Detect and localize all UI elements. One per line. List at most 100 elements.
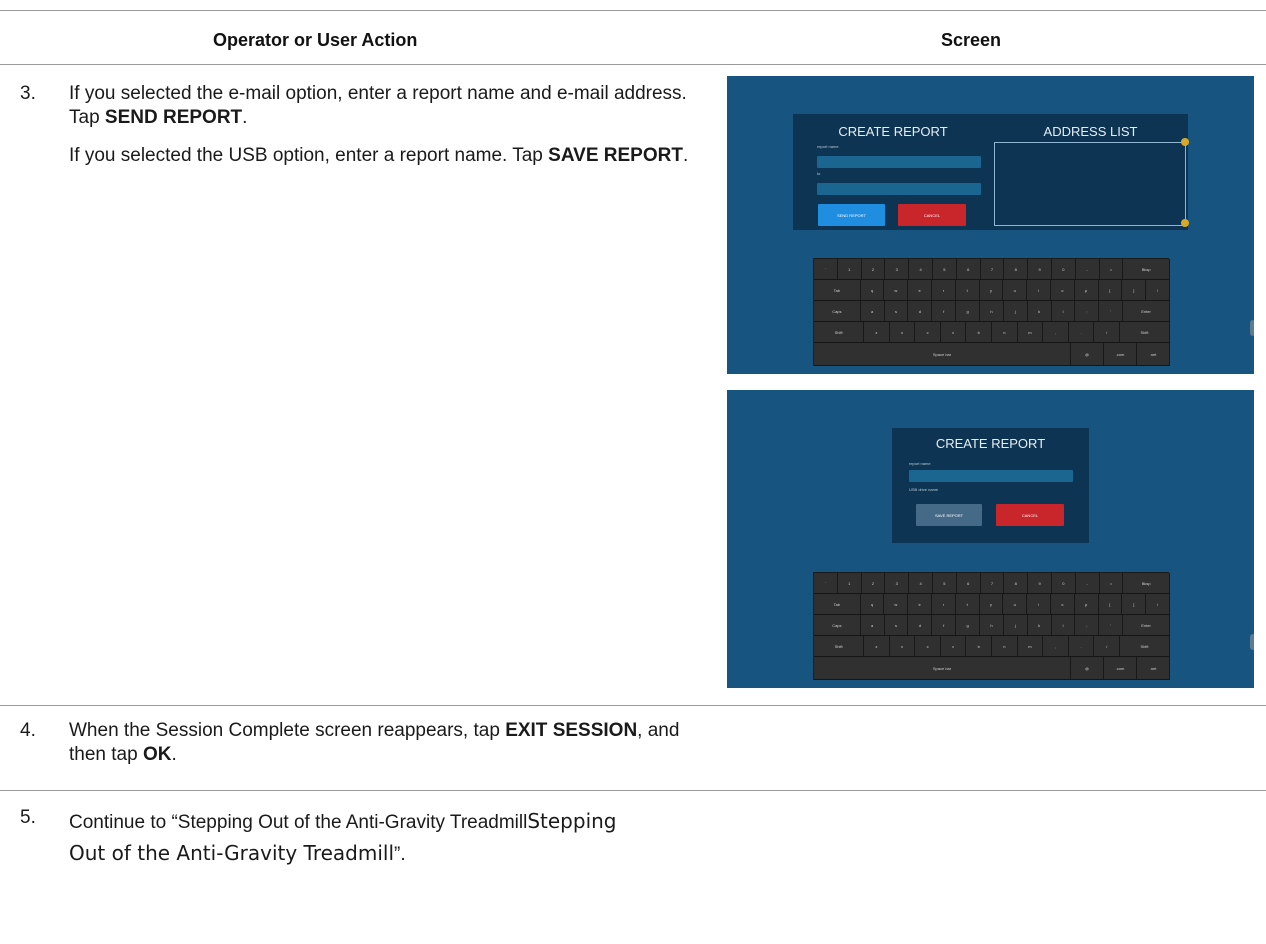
keyboard-key[interactable]: 9 [1028, 573, 1052, 593]
keyboard-key[interactable]: c [915, 636, 941, 656]
keyboard-key[interactable]: , [1043, 322, 1069, 342]
keyboard-key[interactable]: o [1050, 280, 1075, 300]
keyboard-key[interactable]: ] [1122, 280, 1147, 300]
keyboard-key[interactable]: r [931, 280, 956, 300]
keyboard-key[interactable]: 8 [1004, 573, 1029, 593]
keyboard-key[interactable]: [ [1098, 280, 1123, 300]
keyboard-key[interactable]: @ [1071, 657, 1104, 679]
keyboard-key[interactable]: b [966, 636, 993, 656]
keyboard-key[interactable]: \ [1146, 280, 1170, 300]
keyboard-key[interactable]: y [979, 594, 1004, 614]
keyboard-key[interactable]: - [1075, 259, 1100, 279]
email-address-input[interactable] [817, 183, 981, 195]
send-report-button[interactable]: SEND REPORT [818, 204, 885, 226]
keyboard-key[interactable]: i [1027, 594, 1051, 614]
keyboard-key[interactable]: s [884, 615, 909, 635]
keyboard-key[interactable]: h [980, 615, 1004, 635]
keyboard-key[interactable]: Shift [1119, 636, 1171, 656]
keyboard-key[interactable]: b [966, 322, 993, 342]
keyboard-key[interactable]: ` [814, 573, 838, 593]
side-drag-handle[interactable] [1250, 634, 1254, 650]
scroll-bottom-handle-icon[interactable] [1181, 219, 1189, 227]
keyboard-key[interactable]: , [1043, 636, 1069, 656]
keyboard-key[interactable]: c [915, 322, 941, 342]
keyboard-key[interactable]: m [1017, 636, 1044, 656]
address-list-box[interactable] [994, 142, 1186, 226]
keyboard-key[interactable]: 6 [956, 573, 981, 593]
keyboard-key[interactable]: v [940, 636, 967, 656]
cancel-button[interactable]: CANCEL [898, 204, 966, 226]
keyboard-key[interactable]: x [889, 636, 916, 656]
keyboard-key[interactable]: 7 [980, 573, 1005, 593]
keyboard-key[interactable]: k [1027, 301, 1052, 321]
keyboard-key[interactable]: 1 [837, 573, 862, 593]
keyboard-key[interactable]: p [1074, 594, 1099, 614]
keyboard-key[interactable]: 2 [861, 259, 886, 279]
keyboard-key[interactable]: t [955, 280, 980, 300]
keyboard-key[interactable]: Shift [814, 636, 865, 656]
keyboard-key[interactable]: Caps [814, 301, 861, 321]
keyboard-key[interactable]: 3 [885, 259, 910, 279]
keyboard-key[interactable]: . [1068, 636, 1095, 656]
side-drag-handle[interactable] [1250, 320, 1254, 336]
keyboard-key[interactable]: o [1050, 594, 1075, 614]
keyboard-key[interactable]: e [908, 280, 932, 300]
keyboard-key[interactable]: ; [1075, 301, 1100, 321]
keyboard-key[interactable]: @ [1071, 343, 1104, 365]
keyboard-key[interactable]: a [860, 615, 885, 635]
keyboard-key[interactable]: Enter [1123, 301, 1170, 321]
keyboard-key[interactable]: Space bar [814, 657, 1071, 679]
keyboard-key[interactable]: u [1003, 280, 1028, 300]
keyboard-key[interactable]: y [979, 280, 1004, 300]
keyboard-key[interactable]: w [884, 594, 909, 614]
keyboard-key[interactable]: j [1003, 301, 1028, 321]
keyboard-key[interactable]: 6 [956, 259, 981, 279]
keyboard-key[interactable]: k [1027, 615, 1052, 635]
keyboard-key[interactable]: p [1074, 280, 1099, 300]
keyboard-key[interactable]: 9 [1028, 259, 1052, 279]
keyboard-key[interactable]: [ [1098, 594, 1123, 614]
keyboard-key[interactable]: = [1099, 259, 1124, 279]
keyboard-key[interactable]: 5 [932, 573, 957, 593]
keyboard-key[interactable]: 2 [861, 573, 886, 593]
keyboard-key[interactable]: f [932, 301, 957, 321]
keyboard-key[interactable]: Space bar [814, 343, 1071, 365]
keyboard-key[interactable]: l [1051, 301, 1076, 321]
keyboard-key[interactable]: q [860, 594, 885, 614]
keyboard-key[interactable]: z [864, 636, 890, 656]
keyboard-key[interactable]: ] [1122, 594, 1147, 614]
keyboard-key[interactable]: 4 [909, 573, 933, 593]
keyboard-key[interactable]: z [864, 322, 890, 342]
keyboard-key[interactable]: 3 [885, 573, 910, 593]
cancel-button[interactable]: CANCEL [996, 504, 1064, 526]
keyboard-key[interactable]: 0 [1051, 259, 1076, 279]
keyboard-key[interactable]: 5 [932, 259, 957, 279]
keyboard-key[interactable]: d [908, 615, 933, 635]
report-name-input[interactable] [817, 156, 981, 168]
keyboard-key[interactable]: Caps [814, 615, 861, 635]
keyboard-key[interactable]: t [955, 594, 980, 614]
keyboard-key[interactable]: g [956, 615, 981, 635]
keyboard-key[interactable]: Enter [1123, 615, 1170, 635]
keyboard-key[interactable]: 7 [980, 259, 1005, 279]
keyboard-key[interactable]: = [1099, 573, 1124, 593]
keyboard-key[interactable]: ` [814, 259, 838, 279]
keyboard-key[interactable]: 8 [1004, 259, 1029, 279]
keyboard-key[interactable]: g [956, 301, 981, 321]
keyboard-key[interactable]: d [908, 301, 933, 321]
keyboard-key[interactable]: w [884, 280, 909, 300]
keyboard-key[interactable]: Bksp [1123, 573, 1170, 593]
report-name-input[interactable] [909, 470, 1073, 482]
keyboard-key[interactable]: ' [1099, 615, 1124, 635]
keyboard-key[interactable]: a [860, 301, 885, 321]
keyboard-key[interactable]: 1 [837, 259, 862, 279]
keyboard-key[interactable]: ' [1099, 301, 1124, 321]
keyboard-key[interactable]: / [1094, 322, 1120, 342]
keyboard-key[interactable]: Tab [814, 594, 861, 614]
keyboard-key[interactable]: Tab [814, 280, 861, 300]
keyboard-key[interactable]: \ [1146, 594, 1170, 614]
keyboard-key[interactable]: m [1017, 322, 1044, 342]
scroll-top-handle-icon[interactable] [1181, 138, 1189, 146]
keyboard-key[interactable]: u [1003, 594, 1028, 614]
keyboard-key[interactable]: / [1094, 636, 1120, 656]
